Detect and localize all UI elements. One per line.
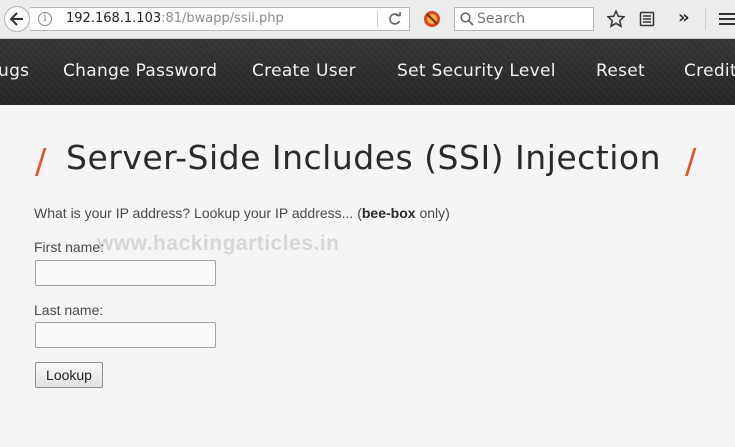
first-name-field[interactable] <box>35 260 216 286</box>
back-arrow-icon <box>10 12 23 26</box>
hamburger-menu-icon[interactable] <box>719 12 735 26</box>
lookup-button[interactable]: Lookup <box>35 362 103 388</box>
nav-item-change-password[interactable]: Change Password <box>63 61 217 81</box>
intro-host: bee-box <box>361 205 416 221</box>
nav-item-set-security-level[interactable]: Set Security Level <box>397 61 556 81</box>
nav-item-create-user[interactable]: Create User <box>252 61 356 81</box>
nav-item-bugs[interactable]: ugs <box>0 61 29 81</box>
search-bar[interactable] <box>454 7 594 31</box>
search-input[interactable] <box>477 10 589 28</box>
url-path: :81/bwapp/ssii.php <box>161 11 284 26</box>
reload-icon[interactable] <box>387 12 402 27</box>
addon-icon[interactable] <box>423 10 441 28</box>
reading-list-icon[interactable] <box>639 11 655 27</box>
title-slash-right: / <box>685 142 697 182</box>
title-slash-left: / <box>35 142 47 182</box>
url-host: 192.168.1.103 <box>66 11 162 26</box>
page-title: Server-Side Includes (SSI) Injection <box>66 138 662 177</box>
nav-item-reset[interactable]: Reset <box>596 61 645 81</box>
first-name-label: First name: <box>34 239 105 255</box>
browser-toolbar: i 192.168.1.103:81/bwapp/ssii.php » <box>0 0 735 39</box>
main-content: / Server-Side Includes (SSI) Injection /… <box>0 105 735 447</box>
url-text[interactable]: 192.168.1.103:81/bwapp/ssii.php <box>66 11 284 26</box>
intro-suffix: only) <box>415 205 450 221</box>
watermark: www.hackingarticles.in <box>97 232 340 255</box>
info-icon[interactable]: i <box>38 12 52 26</box>
url-bar[interactable]: i 192.168.1.103:81/bwapp/ssii.php <box>30 7 410 31</box>
url-divider <box>377 11 378 27</box>
overflow-chevron-icon[interactable]: » <box>678 7 690 28</box>
last-name-field[interactable] <box>35 322 216 348</box>
intro-text: What is your IP address? Lookup your IP … <box>34 205 450 221</box>
last-name-label: Last name: <box>34 302 104 318</box>
search-icon <box>460 12 474 26</box>
intro-prefix: What is your IP address? Lookup your IP … <box>34 205 362 221</box>
site-nav: ugs Change Password Create User Set Secu… <box>0 39 735 105</box>
toolbar-divider <box>705 8 706 30</box>
bookmark-star-icon[interactable] <box>607 10 625 28</box>
nav-item-credits[interactable]: Credit <box>684 61 735 81</box>
back-button[interactable] <box>4 6 30 32</box>
